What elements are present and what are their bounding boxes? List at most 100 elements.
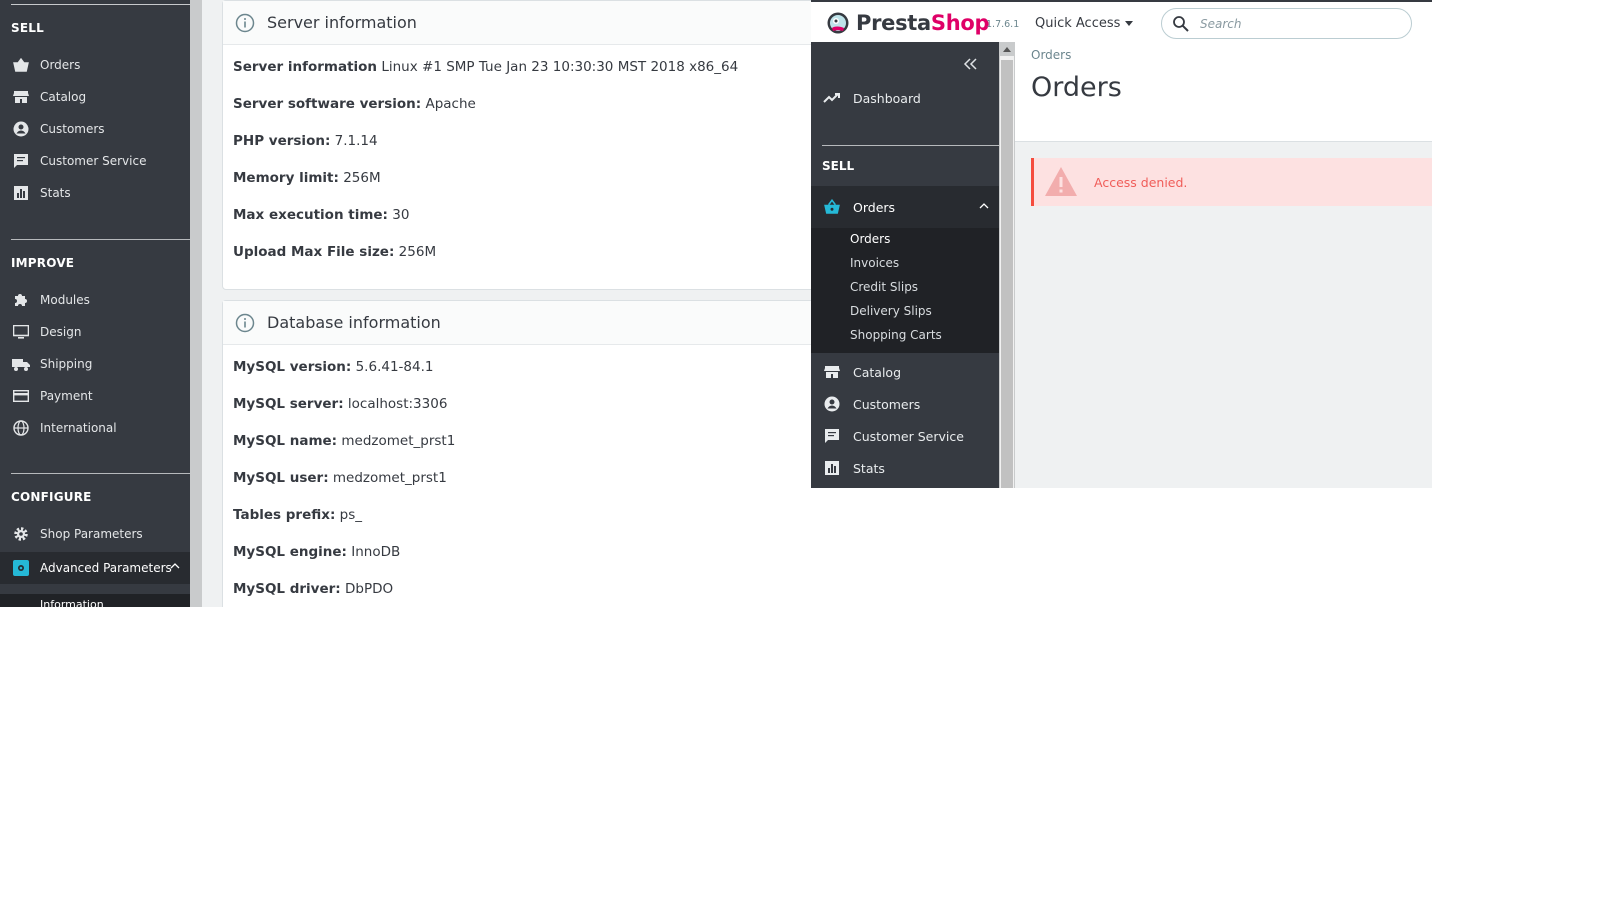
submenu-item-invoices[interactable]: Invoices (850, 256, 899, 270)
sidebar-item-label: Catalog (40, 90, 87, 104)
basket-icon (823, 198, 841, 216)
sidebar-item-orders[interactable]: Orders (0, 50, 190, 80)
sidebar-item-customers[interactable]: Customers (0, 114, 190, 144)
brand-name[interactable]: PrestaShop (856, 11, 990, 35)
server-info-row: Max execution time: 30 (233, 207, 409, 223)
sidebar-item-customer-service[interactable]: Customer Service (811, 420, 999, 452)
info-icon (235, 13, 255, 32)
database-information-card: Database information MySQL version: 5.6.… (222, 300, 813, 607)
db-info-row: MySQL user: medzomet_prst1 (233, 470, 447, 486)
gear-icon (12, 525, 30, 543)
db-info-row: MySQL driver: DbPDO (233, 581, 393, 597)
sidebar-item-customers[interactable]: Customers (811, 388, 999, 420)
scrollbar-thumb[interactable] (1001, 60, 1013, 488)
sidebar-item-shop-parameters[interactable]: Shop Parameters (0, 519, 190, 549)
page-title: Orders (1031, 72, 1122, 103)
breadcrumb[interactable]: Orders (1031, 48, 1071, 62)
submenu-item-credit-slips[interactable]: Credit Slips (850, 280, 918, 294)
sidebar-item-orders[interactable]: Orders (811, 186, 999, 228)
settings-box-icon (12, 559, 30, 577)
sidebar-item-modules[interactable]: Modules (0, 285, 190, 315)
sidebar-item-label: Modules (40, 293, 90, 307)
top-header: PrestaShop 1.7.6.1 Quick Access (811, 0, 1432, 42)
store-icon (12, 88, 30, 106)
account-circle-icon (12, 120, 30, 138)
row-label: PHP version: (233, 133, 331, 149)
sidebar-item-label: Stats (40, 186, 71, 200)
db-info-row: Tables prefix: ps_ (233, 507, 362, 523)
submenu-item-orders[interactable]: Orders (850, 232, 890, 246)
bar-chart-icon (12, 184, 30, 202)
row-value: medzomet_prst1 (332, 470, 447, 486)
caret-down-icon (1125, 21, 1134, 26)
left-scrollbar[interactable] (190, 0, 202, 607)
row-value: medzomet_prst1 (341, 433, 456, 449)
sidebar-item-label: Stats (853, 460, 885, 476)
sidebar-item-dashboard[interactable]: Dashboard (811, 82, 999, 114)
search-icon[interactable] (1172, 15, 1190, 33)
sidebar-item-payment[interactable]: Payment (0, 381, 190, 411)
sidebar-item-label: Customers (40, 122, 105, 136)
sidebar-item-label: Orders (853, 199, 896, 215)
sidebar-item-customer-service[interactable]: Customer Service (0, 146, 190, 176)
truck-icon (12, 355, 30, 373)
server-info-row: Server software version: Apache (233, 96, 476, 112)
sidebar-item-stats[interactable]: Stats (0, 178, 190, 208)
quick-access-dropdown[interactable]: Quick Access (1035, 16, 1134, 31)
search-box[interactable] (1161, 8, 1412, 39)
server-info-row: Memory limit: 256M (233, 170, 381, 186)
sidebar-item-label: Customer Service (40, 154, 147, 168)
page-toolbar: Orders Orders (1015, 42, 1432, 142)
left-sidebar: SELL Orders Catalog Customers Customer S… (0, 0, 190, 607)
row-label: MySQL driver: (233, 581, 341, 597)
section-configure-heading: CONFIGURE (11, 490, 92, 504)
search-input[interactable] (1200, 16, 1380, 31)
submenu-item-shopping-carts[interactable]: Shopping Carts (850, 328, 942, 342)
globe-icon (12, 419, 30, 437)
row-value: DbPDO (345, 581, 394, 597)
section-improve-heading: IMPROVE (11, 256, 75, 270)
main-content: Orders Orders Access denied. (1015, 42, 1432, 488)
sidebar-item-catalog[interactable]: Catalog (0, 82, 190, 112)
sidebar-item-catalog[interactable]: Catalog (811, 356, 999, 388)
server-info-row: Upload Max File size: 256M (233, 244, 436, 260)
sidebar-item-design[interactable]: Design (0, 317, 190, 347)
sidebar-item-label: Payment (40, 389, 93, 403)
sidebar-item-label: Design (40, 325, 82, 339)
db-info-row: MySQL server: localhost:3306 (233, 396, 447, 412)
right-scrollbar[interactable] (999, 42, 1015, 488)
sidebar-item-label: Dashboard (853, 90, 921, 106)
collapse-sidebar-icon[interactable] (962, 56, 980, 72)
row-label: MySQL engine: (233, 544, 347, 560)
row-label: Max execution time: (233, 207, 388, 223)
row-value: 256M (343, 170, 381, 186)
brand-shop: Shop (930, 11, 990, 35)
scroll-up-arrow-icon[interactable] (1003, 47, 1011, 52)
card-header: Server information (223, 1, 813, 45)
right-sidebar: Dashboard SELL Orders Orders Invoices Cr… (811, 42, 999, 488)
sidebar-item-shipping[interactable]: Shipping (0, 349, 190, 379)
card-header: Database information (223, 301, 813, 345)
credit-card-icon (12, 387, 30, 405)
desktop-icon (12, 323, 30, 341)
sidebar-subitem-information[interactable]: Information (0, 594, 190, 607)
chat-icon (823, 427, 841, 445)
prestashop-logo-icon[interactable] (827, 12, 849, 34)
left-screenshot: SELL Orders Catalog Customers Customer S… (0, 0, 813, 607)
sidebar-item-label: Orders (40, 58, 81, 72)
server-info-row: PHP version: 7.1.14 (233, 133, 378, 149)
row-value: 256M (398, 244, 437, 260)
row-label: MySQL version: (233, 359, 352, 375)
sidebar-item-advanced-parameters[interactable]: Advanced Parameters (0, 552, 190, 584)
bar-chart-icon (823, 459, 841, 477)
sidebar-item-stats[interactable]: Stats (811, 452, 999, 484)
row-value: ps_ (339, 507, 363, 523)
warning-icon (1045, 167, 1077, 196)
sidebar-item-label: Customers (853, 396, 921, 412)
db-info-row: MySQL name: medzomet_prst1 (233, 433, 455, 449)
row-label: MySQL server: (233, 396, 344, 412)
divider (11, 239, 190, 240)
row-value: Apache (425, 96, 476, 112)
sidebar-item-international[interactable]: International (0, 413, 190, 443)
submenu-item-delivery-slips[interactable]: Delivery Slips (850, 304, 932, 318)
